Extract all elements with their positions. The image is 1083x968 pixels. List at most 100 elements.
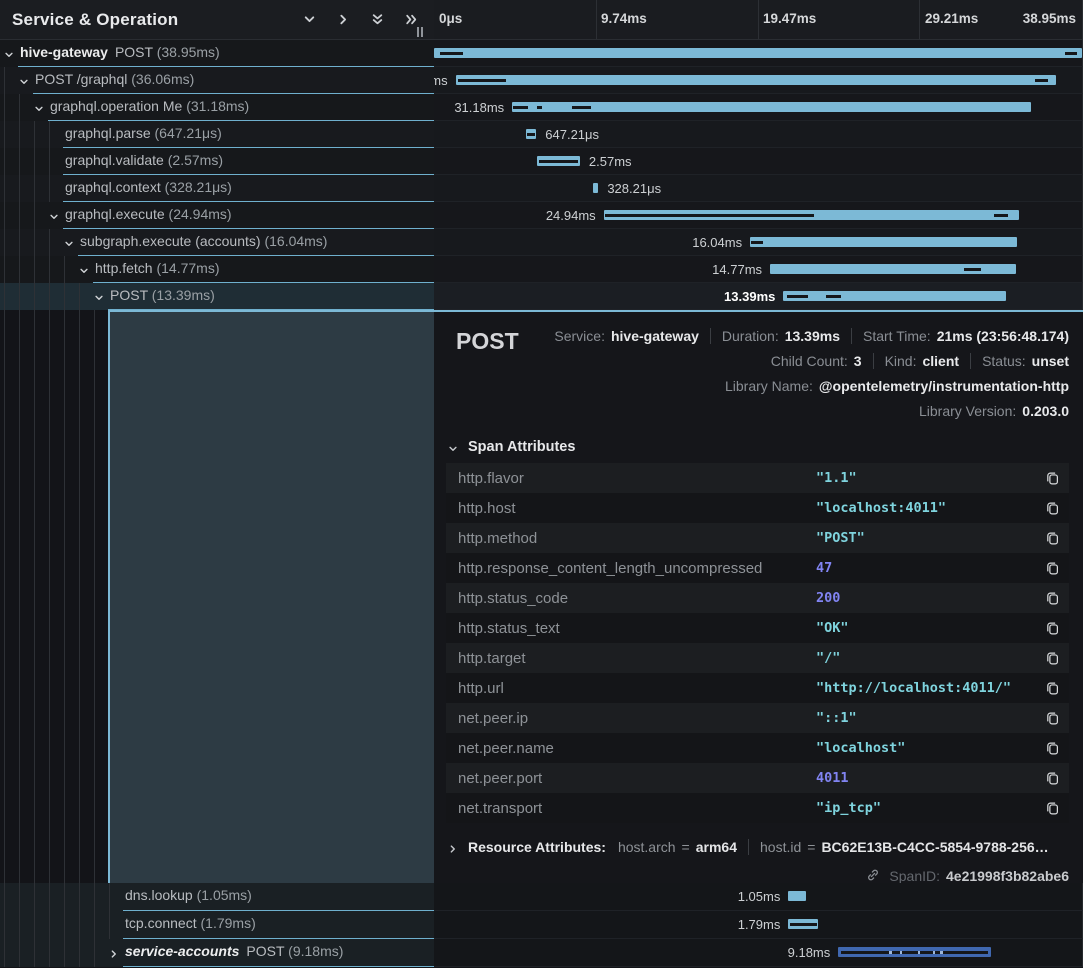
operation-name: http.fetch bbox=[95, 260, 156, 276]
span-bar[interactable] bbox=[838, 947, 991, 957]
span-bar[interactable] bbox=[593, 183, 598, 193]
indent-guide bbox=[49, 883, 50, 911]
trace-span-row: tcp.connect (1.79ms)1.79ms bbox=[0, 911, 1083, 939]
indent-guide bbox=[4, 148, 5, 175]
attribute-key: http.host bbox=[458, 500, 816, 517]
chevron-down-icon[interactable] bbox=[4, 47, 16, 59]
span-tree-item[interactable]: graphql.parse (647.21μs) bbox=[0, 121, 434, 148]
span-tree-item[interactable]: service-accountsPOST (9.18ms) bbox=[0, 939, 434, 967]
span-tree-item[interactable]: tcp.connect (1.79ms) bbox=[0, 911, 434, 939]
chevron-down-icon[interactable] bbox=[19, 74, 31, 86]
span-timeline-cell: 9.18ms bbox=[434, 939, 1083, 967]
copy-icon[interactable] bbox=[1041, 767, 1063, 789]
link-icon[interactable] bbox=[866, 868, 882, 883]
indent-guide bbox=[34, 121, 35, 148]
indent-guide bbox=[64, 911, 65, 939]
span-bar[interactable] bbox=[770, 264, 1016, 274]
child-span-mark bbox=[572, 106, 591, 109]
span-duration: (9.18ms) bbox=[288, 943, 343, 959]
indent-guide bbox=[19, 148, 20, 175]
copy-icon[interactable] bbox=[1041, 467, 1063, 489]
attribute-value: "::1" bbox=[816, 710, 1041, 726]
resource-attribute-key: host.arch bbox=[618, 839, 676, 855]
span-bar[interactable] bbox=[788, 919, 818, 929]
child-span-mark bbox=[513, 106, 528, 109]
trace-span-row: graphql.validate (2.57ms)2.57ms bbox=[0, 148, 1083, 175]
attribute-key: net.peer.port bbox=[458, 770, 816, 787]
span-label: graphql.operation Me (31.18ms) bbox=[50, 98, 249, 114]
chevron-down-icon[interactable] bbox=[34, 101, 46, 113]
span-meta: Service:hive-gatewayDuration:13.39msStar… bbox=[446, 324, 1069, 421]
meta-value: 21ms (23:56:48.174) bbox=[937, 328, 1069, 344]
copy-icon[interactable] bbox=[1041, 527, 1063, 549]
expand-one-icon[interactable] bbox=[330, 9, 356, 31]
span-tree-item[interactable]: subgraph.execute (accounts) (16.04ms) bbox=[0, 229, 434, 256]
trace-span-row: http.fetch (14.77ms)14.77ms bbox=[0, 256, 1083, 283]
span-bar[interactable] bbox=[604, 210, 1019, 220]
bar-duration-label: 13.39ms bbox=[724, 289, 775, 304]
collapse-all-icon[interactable] bbox=[364, 9, 390, 31]
span-tree-item[interactable]: graphql.context (328.21μs) bbox=[0, 175, 434, 202]
copy-icon[interactable] bbox=[1041, 677, 1063, 699]
span-timeline-cell: 647.21μs bbox=[434, 121, 1083, 148]
span-label: service-accountsPOST (9.18ms) bbox=[125, 943, 343, 959]
resource-attributes-pairs: host.arch=arm64host.id=BC62E13B-C4CC-585… bbox=[618, 839, 1049, 855]
span-bar[interactable] bbox=[526, 129, 537, 139]
copy-icon[interactable] bbox=[1041, 497, 1063, 519]
span-tree-item[interactable]: graphql.validate (2.57ms) bbox=[0, 148, 434, 175]
span-bar[interactable] bbox=[456, 75, 1056, 85]
chevron-down-icon[interactable] bbox=[79, 263, 91, 275]
span-duration: (328.21μs) bbox=[165, 179, 232, 195]
tree-header: Service & Operation bbox=[0, 0, 434, 40]
copy-icon[interactable] bbox=[1041, 647, 1063, 669]
resource-attribute-key: host.id bbox=[760, 839, 801, 855]
divider bbox=[873, 353, 874, 369]
span-tree-item[interactable]: POST /graphql (36.06ms) bbox=[0, 67, 434, 94]
chevron-down-icon[interactable] bbox=[49, 209, 61, 221]
span-bar[interactable] bbox=[788, 891, 805, 901]
attribute-row: http.target"/" bbox=[446, 643, 1069, 673]
span-bar[interactable] bbox=[783, 291, 1006, 301]
copy-icon[interactable] bbox=[1041, 617, 1063, 639]
indent-guide bbox=[19, 256, 20, 283]
attribute-value: "POST" bbox=[816, 530, 1041, 546]
span-timeline-cell: 1.05ms bbox=[434, 883, 1083, 911]
chevron-right-icon[interactable] bbox=[109, 946, 121, 958]
span-timeline-cell: 36.06ms bbox=[434, 67, 1083, 94]
meta-label: Kind: bbox=[885, 353, 917, 369]
span-tree-item[interactable]: hive-gatewayPOST (38.95ms) bbox=[0, 40, 434, 67]
operation-name: subgraph.execute (accounts) bbox=[80, 233, 264, 249]
indent-guide bbox=[109, 911, 110, 939]
span-meta-line: Library Name:@opentelemetry/instrumentat… bbox=[725, 376, 1069, 396]
trace-span-row: graphql.operation Me (31.18ms)31.18ms bbox=[0, 94, 1083, 121]
span-label: dns.lookup (1.05ms) bbox=[125, 887, 252, 903]
copy-icon[interactable] bbox=[1041, 737, 1063, 759]
attribute-value: "localhost:4011" bbox=[816, 500, 1041, 516]
copy-icon[interactable] bbox=[1041, 707, 1063, 729]
span-bar[interactable] bbox=[750, 237, 1017, 247]
attribute-row: http.response_content_length_uncompresse… bbox=[446, 553, 1069, 583]
span-bar[interactable] bbox=[512, 102, 1031, 112]
span-tree-item[interactable]: graphql.execute (24.94ms) bbox=[0, 202, 434, 229]
span-bar[interactable] bbox=[537, 156, 580, 166]
column-resize-handle[interactable] bbox=[414, 26, 426, 38]
indent-guide bbox=[19, 94, 20, 121]
span-tree-item[interactable]: dns.lookup (1.05ms) bbox=[0, 883, 434, 911]
resource-attributes-toggle[interactable]: Resource Attributes: host.arch=arm64host… bbox=[448, 839, 1069, 855]
indent-guide bbox=[34, 148, 35, 175]
meta-value: @opentelemetry/instrumentation-http bbox=[819, 378, 1069, 394]
span-bar[interactable] bbox=[434, 48, 1082, 58]
span-tree-item[interactable]: POST (13.39ms) bbox=[0, 283, 434, 310]
copy-icon[interactable] bbox=[1041, 797, 1063, 819]
span-tree-item[interactable]: http.fetch (14.77ms) bbox=[0, 256, 434, 283]
chevron-down-icon[interactable] bbox=[64, 236, 76, 248]
span-attributes-toggle[interactable]: Span Attributes bbox=[448, 439, 1069, 455]
meta-label: Child Count: bbox=[771, 353, 848, 369]
copy-icon[interactable] bbox=[1041, 557, 1063, 579]
chevron-down-icon[interactable] bbox=[94, 290, 106, 302]
span-tree-item[interactable]: graphql.operation Me (31.18ms) bbox=[0, 94, 434, 121]
indent-guide bbox=[49, 310, 50, 883]
copy-icon[interactable] bbox=[1041, 587, 1063, 609]
collapse-one-icon[interactable] bbox=[296, 9, 322, 31]
indent-guide bbox=[4, 229, 5, 256]
